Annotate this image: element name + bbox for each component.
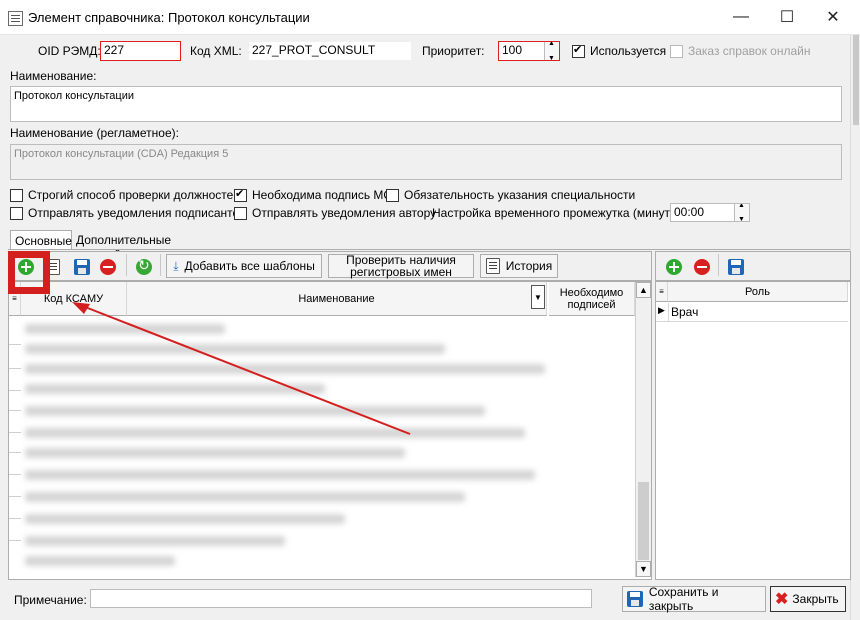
- arrow-head: [72, 302, 90, 314]
- arrow-line: [79, 304, 411, 435]
- annotation-arrow: [72, 302, 411, 435]
